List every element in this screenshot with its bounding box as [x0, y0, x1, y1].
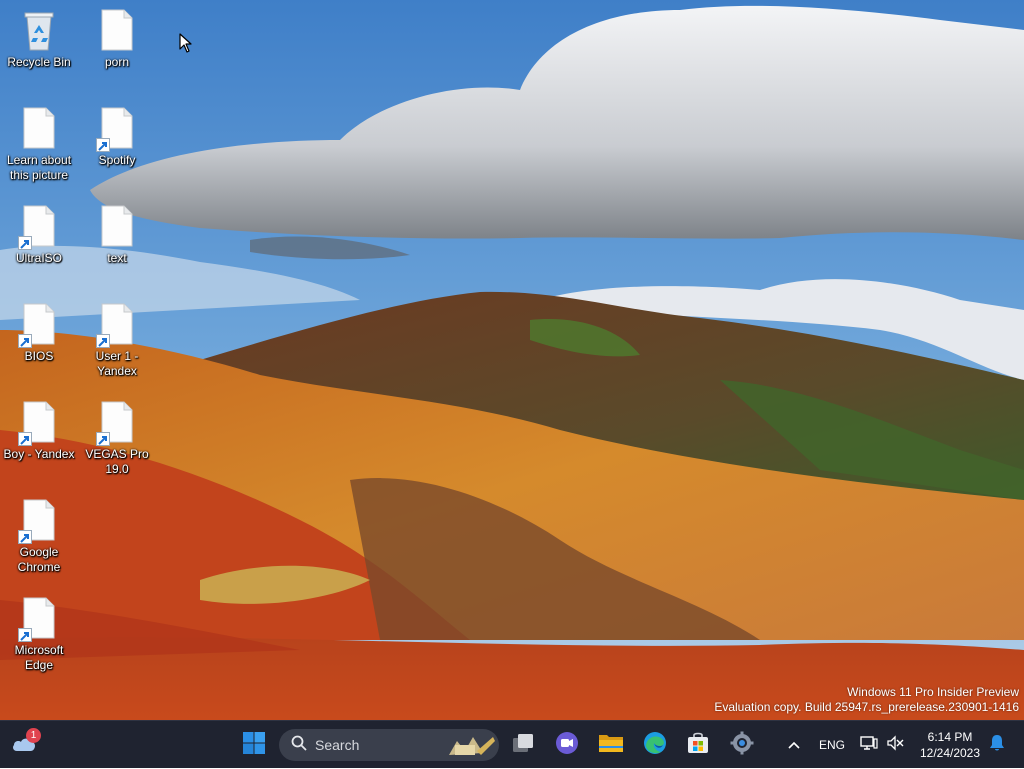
shortcut-arrow-icon — [18, 236, 32, 250]
weather-widget[interactable]: 1 — [6, 721, 42, 769]
edge-button[interactable] — [635, 721, 675, 769]
desktop-icon-label: text — [107, 251, 127, 265]
show-hidden-icons-button[interactable] — [784, 721, 804, 769]
shortcut-arrow-icon — [96, 334, 110, 348]
notifications-button[interactable] — [986, 721, 1008, 769]
clock[interactable]: 6:14 PM 12/24/2023 — [914, 729, 986, 761]
file-icon — [96, 106, 135, 152]
file-icon — [18, 302, 57, 348]
microsoft-store-icon — [686, 731, 710, 760]
search-icon — [291, 735, 307, 756]
recycle-bin-icon — [21, 8, 57, 52]
shortcut-arrow-icon — [18, 334, 32, 348]
chevron-up-icon — [788, 736, 800, 754]
text-file-icon — [99, 8, 135, 52]
desktop-icon-label: User 1 - Yandex — [95, 349, 139, 378]
file-icon — [18, 498, 57, 544]
start-button[interactable] — [234, 721, 274, 769]
file-icon — [96, 400, 135, 446]
desktop-icon-text[interactable]: text — [78, 196, 156, 288]
bell-icon — [989, 734, 1005, 757]
desktop-icon-google-chrome[interactable]: Google Chrome — [0, 490, 78, 582]
settings-icon — [730, 731, 754, 760]
file-explorer-icon — [598, 732, 624, 759]
mouse-cursor-icon — [179, 33, 193, 58]
volume-muted-icon — [886, 734, 904, 756]
desktop-icon-microsoft-edge[interactable]: Microsoft Edge — [0, 588, 78, 680]
file-icon — [18, 400, 57, 446]
file-icon — [18, 204, 57, 250]
desktop-icon-label: VEGAS Pro 19.0 — [85, 447, 149, 476]
desktop-icon-recycle-bin[interactable]: Recycle Bin — [0, 0, 78, 92]
shortcut-arrow-icon — [18, 432, 32, 446]
desktop-icon-bios[interactable]: BIOS — [0, 294, 78, 386]
network-button[interactable] — [858, 721, 880, 769]
shortcut-arrow-icon — [96, 138, 110, 152]
notification-badge: 1 — [26, 728, 41, 743]
volume-button[interactable] — [884, 721, 906, 769]
desktop-icon-porn[interactable]: porn — [78, 0, 156, 92]
desktop-icon-label: UltraISO — [15, 251, 62, 265]
file-icon — [96, 302, 135, 348]
watermark-build: Evaluation copy. Build 25947.rs_prerelea… — [714, 700, 1019, 714]
desktop-icon-vegas-pro[interactable]: VEGAS Pro 19.0 — [78, 392, 156, 484]
desktop-icon-learn-about-this-picture[interactable]: Learn about this picture — [0, 98, 78, 190]
desktop-icon-label: BIOS — [24, 349, 54, 363]
shortcut-arrow-icon — [96, 432, 110, 446]
desktop-icon-label: Recycle Bin — [7, 55, 71, 69]
file-explorer-button[interactable] — [591, 721, 631, 769]
file-icon — [18, 596, 57, 642]
desktop-icon-label: Microsoft Edge — [14, 643, 64, 672]
language-indicator: ENG — [818, 738, 845, 752]
text-file-icon — [99, 204, 135, 248]
desktop-icon-label: Boy - Yandex — [3, 447, 75, 461]
meet-now-icon — [555, 731, 579, 760]
desktop-icon-boy-yandex[interactable]: Boy - Yandex — [0, 392, 78, 484]
clock-time: 6:14 PM — [927, 730, 973, 744]
shortcut-arrow-icon — [18, 530, 32, 544]
file-icon — [21, 106, 57, 150]
desktop-icon-ultraiso[interactable]: UltraISO — [0, 196, 78, 288]
task-view-icon — [511, 732, 535, 759]
desktop-icon-label: porn — [104, 55, 130, 69]
edge-icon — [643, 731, 667, 760]
clock-date: 12/24/2023 — [919, 746, 981, 760]
microsoft-store-button[interactable] — [678, 721, 718, 769]
settings-button[interactable] — [722, 721, 762, 769]
desktop: Recycle Bin porn Learn about this pictur… — [0, 0, 1024, 720]
chat-button[interactable] — [547, 721, 587, 769]
desktop-icon-user1-yandex[interactable]: User 1 - Yandex — [78, 294, 156, 386]
task-view-button[interactable] — [503, 721, 543, 769]
search-highlight-icon — [447, 731, 497, 764]
desktop-icon-label: Spotify — [98, 153, 136, 167]
network-icon — [860, 735, 878, 756]
desktop-icon-label: Learn about this picture — [6, 153, 72, 182]
taskbar: 1 Search ENG 6:14 PM 12/24/2023 — [0, 720, 1024, 768]
taskbar-search-box[interactable]: Search — [279, 729, 499, 761]
input-language-button[interactable]: ENG — [814, 721, 850, 769]
desktop-icon-label: Google Chrome — [17, 545, 61, 574]
watermark-edition: Windows 11 Pro Insider Preview — [847, 685, 1019, 699]
shortcut-arrow-icon — [18, 628, 32, 642]
start-icon — [242, 731, 266, 760]
desktop-icon-spotify[interactable]: Spotify — [78, 98, 156, 190]
windows-watermark: Windows 11 Pro Insider Preview Evaluatio… — [714, 685, 1019, 715]
